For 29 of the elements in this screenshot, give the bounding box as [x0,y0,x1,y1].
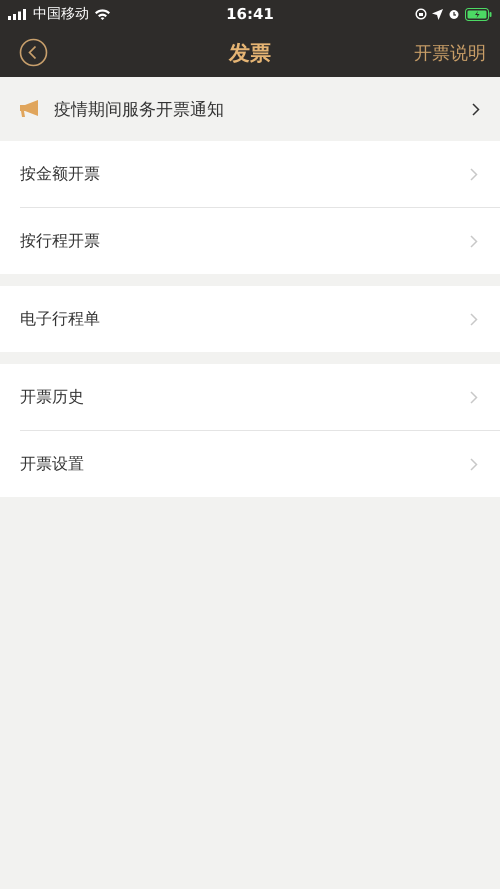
chevron-icon [472,102,480,116]
notice-text: 疫情期间服务开票通知 [54,98,225,120]
menu-item[interactable]: 开票设置 [20,430,500,497]
rotation-lock-icon [415,8,427,20]
location-icon [432,8,443,20]
menu-item-label: 开票设置 [20,454,84,474]
chevron-icon [470,458,478,470]
alarm-icon [448,8,460,20]
megaphone-icon [20,100,40,118]
menu-item[interactable]: 按金额开票 [20,141,500,207]
status-time: 16:41 [226,5,274,23]
menu-item-label: 开票历史 [20,386,84,408]
signal-icon [8,8,28,20]
battery-icon [465,8,492,20]
menu-item[interactable]: 按行程开票 [20,207,500,274]
menu-item[interactable]: 开票历史 [20,364,500,430]
invoice-info-link[interactable]: 开票说明 [414,40,486,64]
chevron-icon [470,168,478,180]
menu-item-label: 按金额开票 [20,164,100,184]
chevron-icon [470,312,478,326]
carrier-name: 中国移动 [33,5,89,23]
menu-item-label: 按行程开票 [20,230,100,252]
notice-row[interactable]: 疫情期间服务开票通知 [0,77,500,141]
chevron-icon [470,234,478,248]
wifi-icon [94,8,111,20]
page-title: 发票 [229,40,271,66]
back-icon[interactable] [19,38,48,67]
menu-item-label: 电子行程单 [20,308,100,330]
chevron-icon [470,390,478,404]
